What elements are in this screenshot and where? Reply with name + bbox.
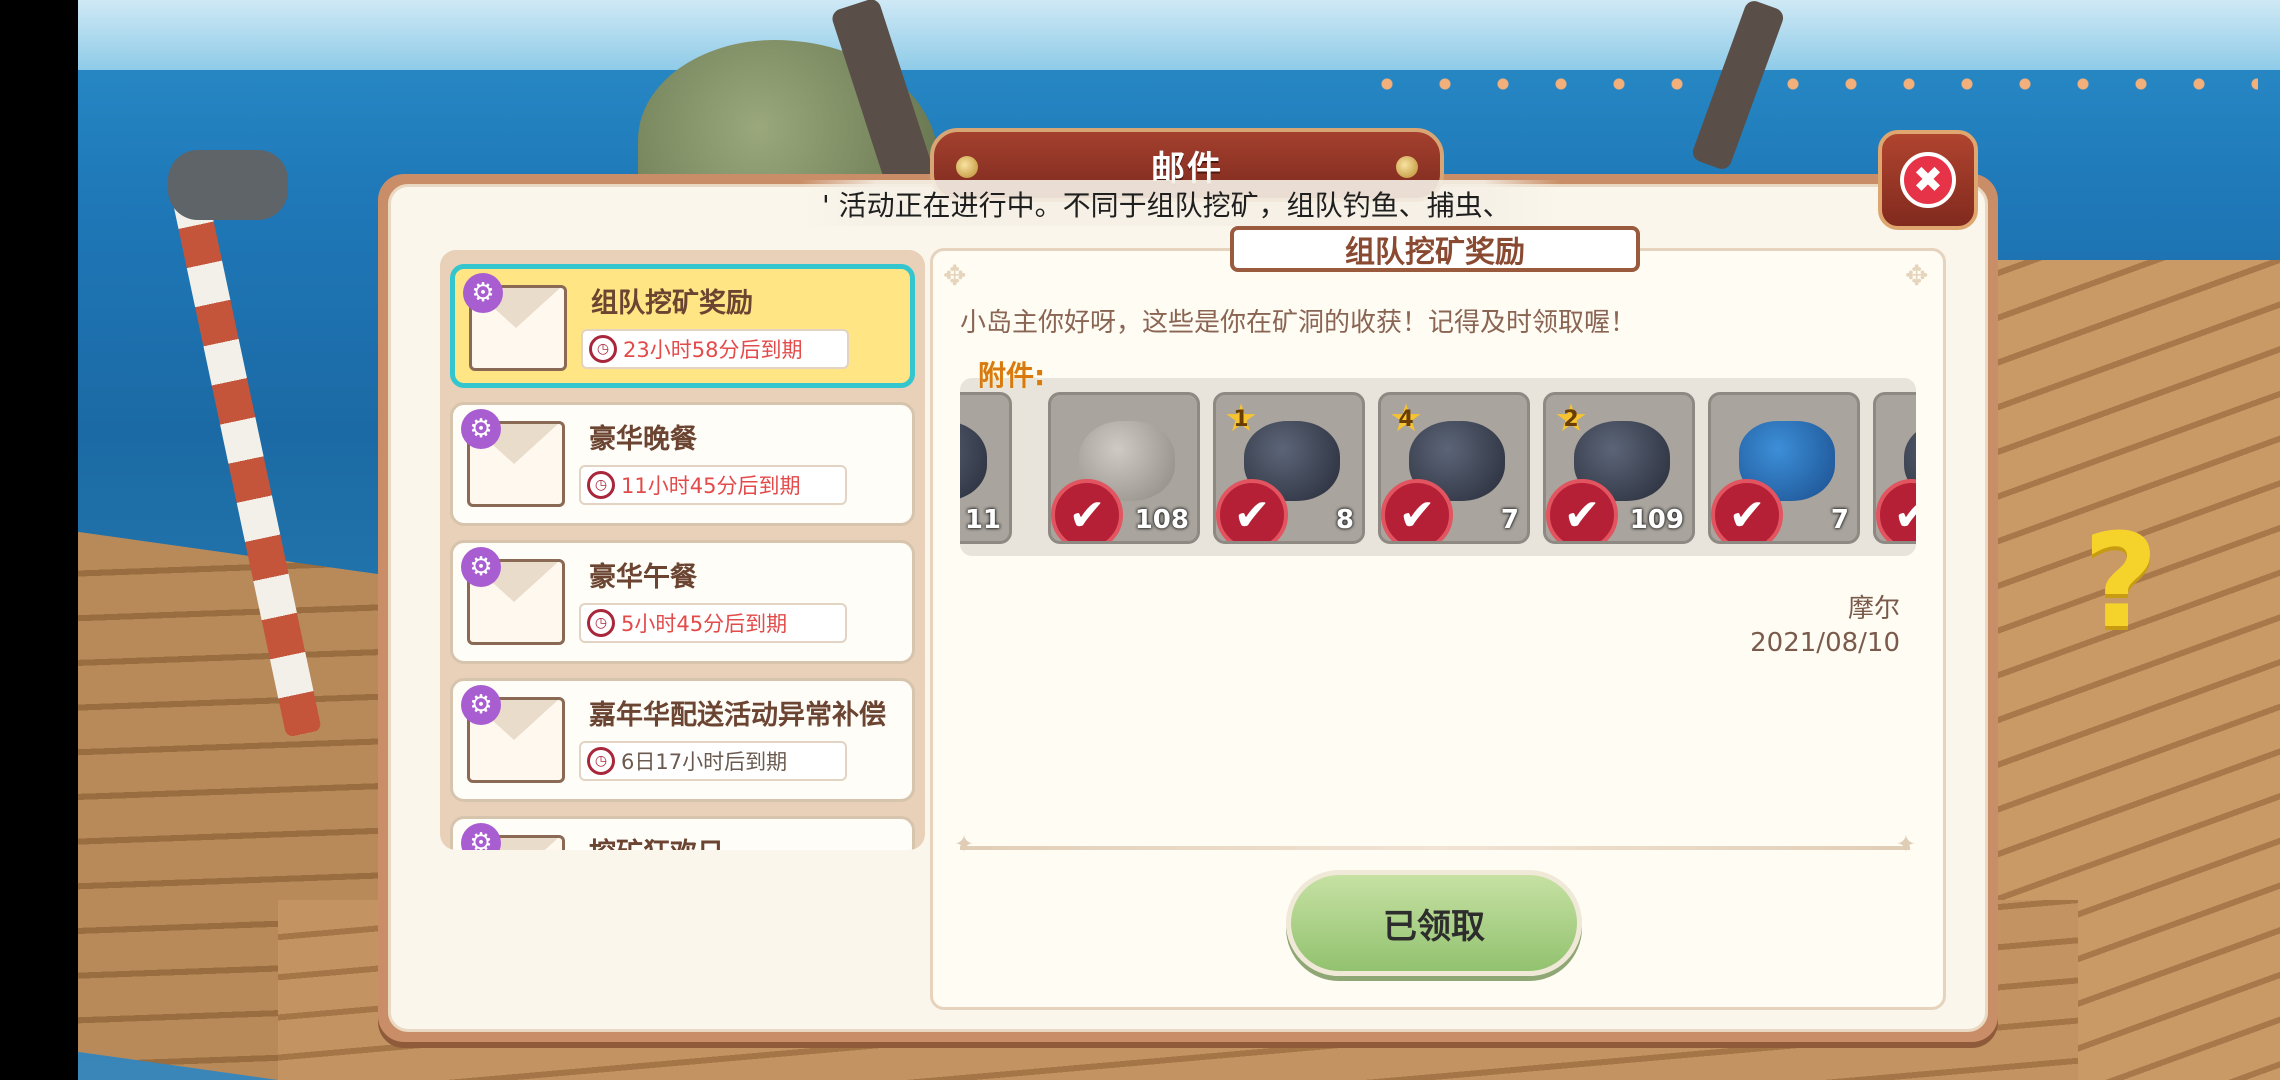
attachment-slot[interactable]: ★ 1 ✔ 8 [1213,392,1365,544]
screw-icon [1396,156,1418,178]
claimed-check-icon: ✔ [1381,479,1453,541]
mail-item-title: 豪华晚餐 [589,424,697,455]
expiry-timer: ◷ 5小时45分后到期 [579,603,847,643]
gear-icon: ⚙ [463,273,503,313]
mail-item[interactable]: ⚙ 豪华午餐 ◷ 5小时45分后到期 [450,540,915,664]
divider [954,830,1916,858]
alarm-clock-icon: ◷ [587,747,615,775]
expiry-text: 23小时58分后到期 [623,338,803,362]
gear-icon: ⚙ [461,823,501,850]
claimed-button[interactable]: 已领取 [1286,870,1582,976]
corner-ornament-icon: ✥ [1905,259,1929,292]
star-level: 2 [1563,407,1579,432]
expiry-timer: ◷ 6日17小时后到期 [579,741,847,781]
gear-icon: ⚙ [461,409,501,449]
ore-icon [960,421,987,501]
mail-item-title: 豪华午餐 [589,562,697,593]
mail-date: 2021/08/10 [1750,628,1900,658]
expiry-timer: ◷ 11小时45分后到期 [579,465,847,505]
letterbox-left [0,0,78,1080]
attachment-slot[interactable]: 11 [960,392,1012,544]
corner-ornament-icon: ✥ [943,259,967,292]
quest-marker-icon[interactable]: ? [2083,505,2158,657]
attachment-qty: 7 [1830,505,1849,535]
attachment-slot[interactable]: ★ 4 ✔ 7 [1378,392,1530,544]
mail-sender: 摩尔 [1847,594,1900,624]
gear-icon: ⚙ [461,685,501,725]
mail-item-title: 挖矿狂欢日 [589,831,724,850]
claimed-check-icon: ✔ [1876,479,1916,541]
expiry-text: 6日17小时后到期 [621,750,788,774]
claimed-check-icon: ✔ [1216,479,1288,541]
mail-body-text: 小岛主你好呀，这些是你在矿洞的收获！记得及时领取喔！ [960,308,1637,338]
ticker-text: ' 活动正在进行中。不同于组队挖矿，组队钓鱼、捕虫、 [822,189,1511,222]
attachment-qty: 108 [1134,505,1189,535]
star-icon: ★ 4 [1388,396,1424,440]
alarm-clock-icon: ◷ [587,471,615,499]
announcement-ticker: ' 活动正在进行中。不同于组队挖矿，组队钓鱼、捕虫、 [800,180,1560,226]
crane-arm [168,150,288,220]
star-icon: ★ 2 [1553,396,1589,440]
mail-item[interactable]: ⚙ 组队挖矿奖励 ◷ 23小时58分后到期 [450,264,915,388]
mail-item-title: 组队挖矿奖励 [591,288,753,319]
mail-item[interactable]: ⚙ 豪华晚餐 ◷ 11小时45分后到期 [450,402,915,526]
attachment-slot[interactable]: ★ 2 ✔ 109 [1543,392,1695,544]
close-button[interactable]: ✖ [1878,130,1978,230]
close-icon[interactable]: ✖ [1900,152,1956,208]
star-level: 1 [1233,407,1249,432]
claimed-check-icon: ✔ [1051,479,1123,541]
expiry-text: 5小时45分后到期 [621,612,788,636]
attachment-qty: 109 [1629,505,1684,535]
attachment-slot[interactable]: ✔ 108 [1048,392,1200,544]
mail-item-title: 嘉年华配送活动异常补偿 [589,700,886,731]
attachment-tray[interactable]: 11 ✔ 108 ★1 ✔ 8 ★4 ✔ 7 ★2 ✔ 109 ✔ 7 ✔ [960,378,1916,556]
attachment-qty: 11 [964,505,1001,535]
attachment-slot[interactable]: ✔ 7 [1708,392,1860,544]
star-icon: ★ 1 [1223,396,1259,440]
claimed-check-icon: ✔ [1711,479,1783,541]
attachment-qty: 7 [1500,505,1519,535]
mail-list[interactable]: ⚙ 组队挖矿奖励 ◷ 23小时58分后到期 ⚙ 豪华晚餐 ◷ 11小时45分后到… [440,250,925,850]
claimed-check-icon: ✔ [1546,479,1618,541]
attachment-qty: 8 [1335,505,1354,535]
mail-item[interactable]: ⚙ 嘉年华配送活动异常补偿 ◷ 6日17小时后到期 [450,678,915,802]
expiry-timer: ◷ 23小时58分后到期 [581,329,849,369]
expiry-text: 11小时45分后到期 [621,474,801,498]
buoy-line [1358,76,2258,92]
attachments-label: 附件: [978,359,1046,392]
alarm-clock-icon: ◷ [587,609,615,637]
mail-detail-title: 组队挖矿奖励 [1230,226,1640,272]
alarm-clock-icon: ◷ [589,335,617,363]
star-level: 4 [1398,407,1414,432]
screw-icon [956,156,978,178]
sky [78,0,2280,70]
gear-icon: ⚙ [461,547,501,587]
mail-item[interactable]: ⚙ 挖矿狂欢日 [450,816,915,850]
attachment-slot[interactable]: ✔ [1873,392,1916,544]
